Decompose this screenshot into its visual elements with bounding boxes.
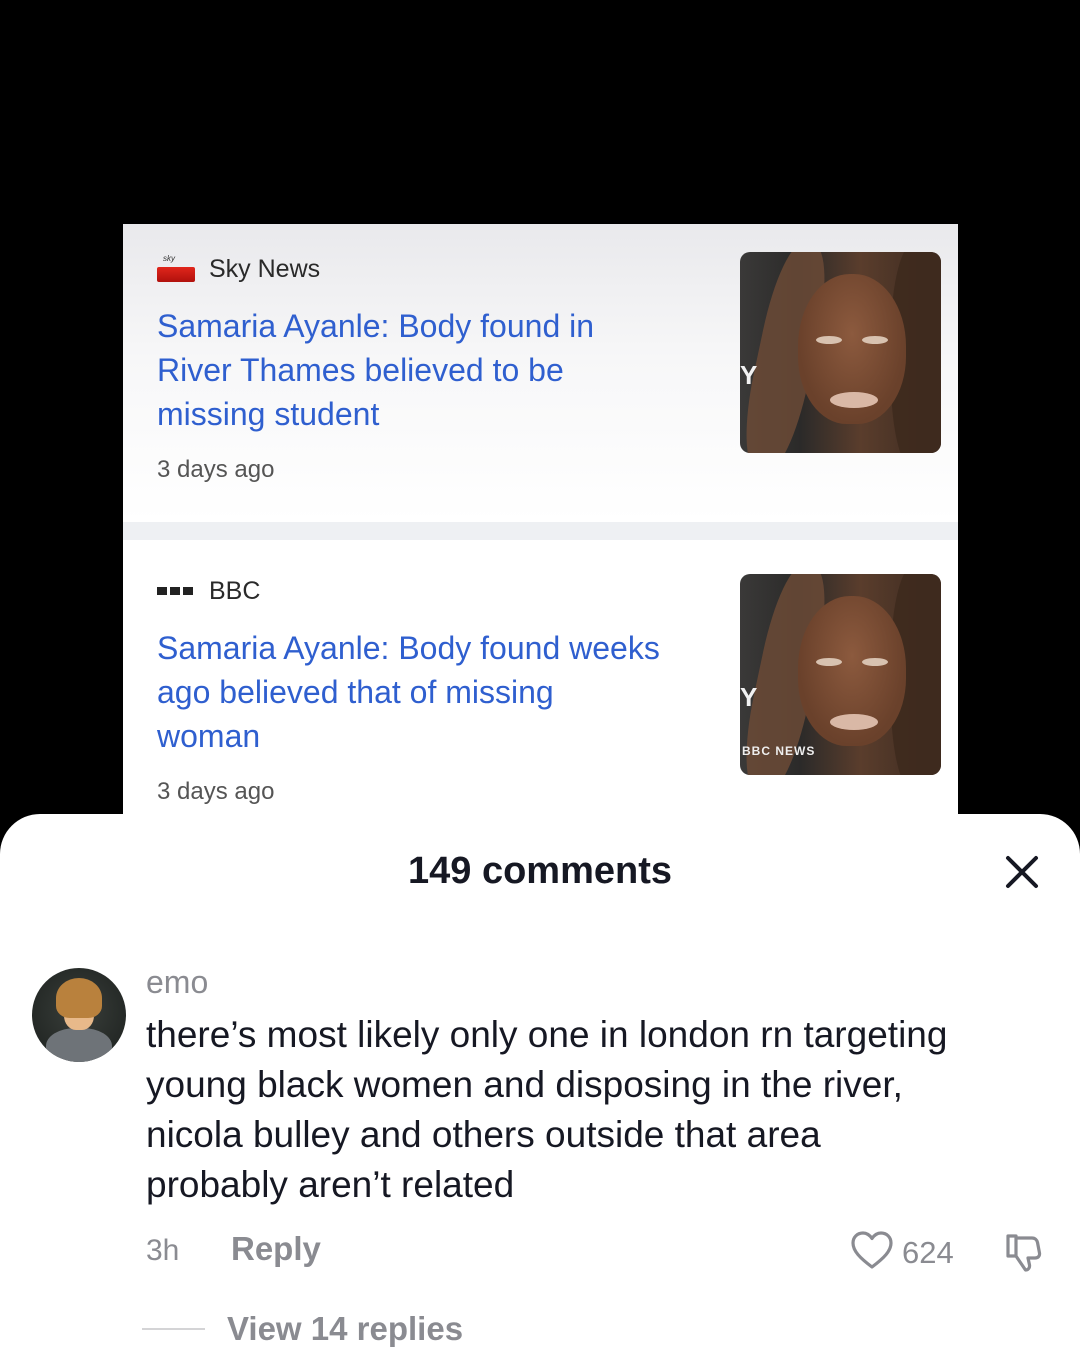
card-divider [123, 522, 958, 540]
news-source-bbc: BBC [157, 576, 260, 606]
view-replies-button[interactable]: View 14 replies [227, 1310, 463, 1348]
comments-count-title: 149 comments [407, 850, 672, 892]
heart-icon [850, 1230, 894, 1275]
news-timestamp: 3 days ago [157, 778, 275, 805]
close-icon[interactable] [996, 846, 1048, 898]
news-source-sky: sky Sky News [157, 254, 320, 284]
avatar[interactable] [32, 968, 126, 1062]
like-button[interactable]: 624 [850, 1230, 954, 1275]
like-count: 624 [902, 1234, 954, 1270]
news-headline: Samaria Ayanle: Body found weeks ago bel… [157, 630, 660, 754]
news-card-bbc: BBC Samaria Ayanle: Body found weeks ago… [123, 540, 958, 824]
news-source-name: BBC [209, 576, 261, 605]
news-card-sky: sky Sky News Samaria Ayanle: Body found … [123, 224, 958, 522]
comments-sheet: 149 comments emo there’s most likely onl… [0, 814, 1080, 1354]
news-source-name: Sky News [209, 254, 321, 283]
bbc-logo-icon [157, 576, 195, 606]
sky-news-logo-icon: sky [157, 254, 195, 284]
news-thumbnail: Y [740, 252, 941, 453]
comment-time: 3h [146, 1234, 180, 1267]
news-thumbnail: Y BBC NEWS [740, 574, 941, 775]
replies-divider [142, 1328, 205, 1330]
thumbs-down-icon[interactable] [1002, 1232, 1044, 1279]
comment-username[interactable]: emo [146, 964, 208, 1001]
news-screenshot: sky Sky News Samaria Ayanle: Body found … [123, 224, 958, 824]
reply-button[interactable]: Reply [231, 1230, 321, 1268]
news-timestamp: 3 days ago [157, 456, 275, 483]
comment-text: there’s most likely only one in london r… [146, 1014, 948, 1205]
news-headline: Samaria Ayanle: Body found in River Tham… [157, 308, 595, 432]
